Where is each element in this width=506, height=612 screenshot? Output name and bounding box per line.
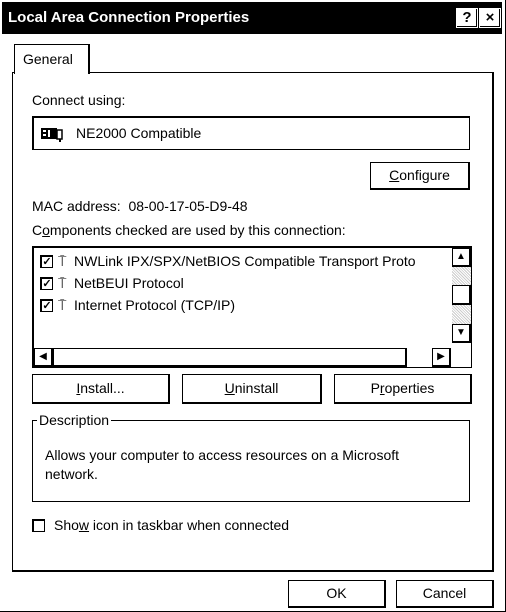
scroll-thumb[interactable]	[452, 285, 471, 305]
components-listbox[interactable]: ✓ ⍑ NWLink IPX/SPX/NetBIOS Compatible Tr…	[32, 246, 472, 368]
connect-using-label: Connect using:	[32, 92, 126, 108]
ok-button[interactable]: OK	[288, 580, 386, 608]
list-item[interactable]: ✓ ⍑ NWLink IPX/SPX/NetBIOS Compatible Tr…	[40, 252, 450, 272]
components-accel: o	[42, 222, 50, 238]
window-title: Local Area Connection Properties	[8, 9, 250, 26]
components-label: Components checked are used by this conn…	[32, 222, 346, 238]
list-item[interactable]: ✓ ⍑ NetBEUI Protocol	[40, 274, 450, 294]
properties-label: operties	[384, 380, 435, 396]
list-item[interactable]: ✓ ⍑ Internet Protocol (TCP/IP)	[40, 296, 450, 316]
tab-general[interactable]: General	[14, 44, 90, 74]
network-card-icon	[40, 126, 64, 145]
description-legend: Description	[39, 412, 110, 428]
cancel-button[interactable]: Cancel	[396, 580, 494, 608]
components-label-rest: mponents checked are used by this connec…	[49, 222, 346, 238]
scroll-track[interactable]	[452, 267, 471, 285]
adapter-field: NE2000 Compatible	[32, 116, 470, 150]
title-bar[interactable]: Local Area Connection Properties ? ×	[2, 2, 502, 34]
configure-button[interactable]: Configure	[370, 162, 470, 190]
uninstall-label: ninstall	[234, 380, 279, 396]
close-button[interactable]: ×	[479, 8, 501, 28]
component-label: NetBEUI Protocol	[74, 275, 184, 291]
help-button[interactable]: ?	[456, 8, 478, 28]
network-protocol-icon: ⍑	[58, 275, 67, 291]
show-icon-pre: Sho	[54, 517, 79, 533]
uninstall-accel: U	[224, 380, 235, 396]
adapter-name: NE2000 Compatible	[76, 125, 202, 141]
network-protocol-icon: ⍑	[58, 253, 67, 269]
network-protocol-icon: ⍑	[58, 297, 67, 313]
horizontal-scrollbar[interactable]: ◀ ▶	[34, 348, 452, 367]
show-icon-label: Show icon in taskbar when connected	[54, 517, 289, 533]
show-icon-rest: icon in taskbar when connected	[89, 517, 290, 533]
install-button[interactable]: Install...	[32, 374, 170, 404]
show-icon-accel: w	[78, 517, 90, 533]
component-label: Internet Protocol (TCP/IP)	[74, 297, 236, 313]
configure-label: onfigure	[399, 167, 450, 183]
mac-value: 08-00-17-05-D9-48	[128, 198, 248, 214]
scroll-hthumb[interactable]	[53, 348, 407, 367]
scroll-track-lower[interactable]	[452, 305, 471, 324]
mac-address-label: MAC address: 08-00-17-05-D9-48	[32, 198, 248, 214]
properties-button[interactable]: Properties	[334, 374, 472, 404]
scroll-left-button[interactable]: ◀	[34, 348, 53, 367]
uninstall-button[interactable]: Uninstall	[182, 374, 322, 404]
properties-label-prefix: P	[370, 380, 380, 396]
scroll-up-button[interactable]: ▲	[452, 248, 471, 267]
components-label-prefix: C	[32, 222, 43, 238]
component-checkbox[interactable]: ✓	[40, 255, 53, 268]
component-label: NWLink IPX/SPX/NetBIOS Compatible Transp…	[74, 253, 416, 269]
install-label: nstall...	[80, 380, 125, 396]
scroll-down-button[interactable]: ▼	[452, 324, 471, 343]
configure-accel: C	[389, 167, 400, 183]
description-group: Description Allows your computer to acce…	[32, 412, 470, 502]
scroll-right-button[interactable]: ▶	[432, 348, 451, 367]
component-checkbox[interactable]: ✓	[40, 299, 53, 312]
mac-label: MAC address:	[32, 198, 121, 214]
description-text: Allows your computer to access resources…	[45, 447, 400, 482]
component-checkbox[interactable]: ✓	[40, 277, 53, 290]
vertical-scrollbar[interactable]: ▲ ▼	[452, 248, 471, 343]
show-icon-checkbox[interactable]	[32, 519, 45, 532]
properties-dialog: Local Area Connection Properties ? × Gen…	[0, 0, 506, 612]
tab-general-label: General	[23, 51, 73, 67]
